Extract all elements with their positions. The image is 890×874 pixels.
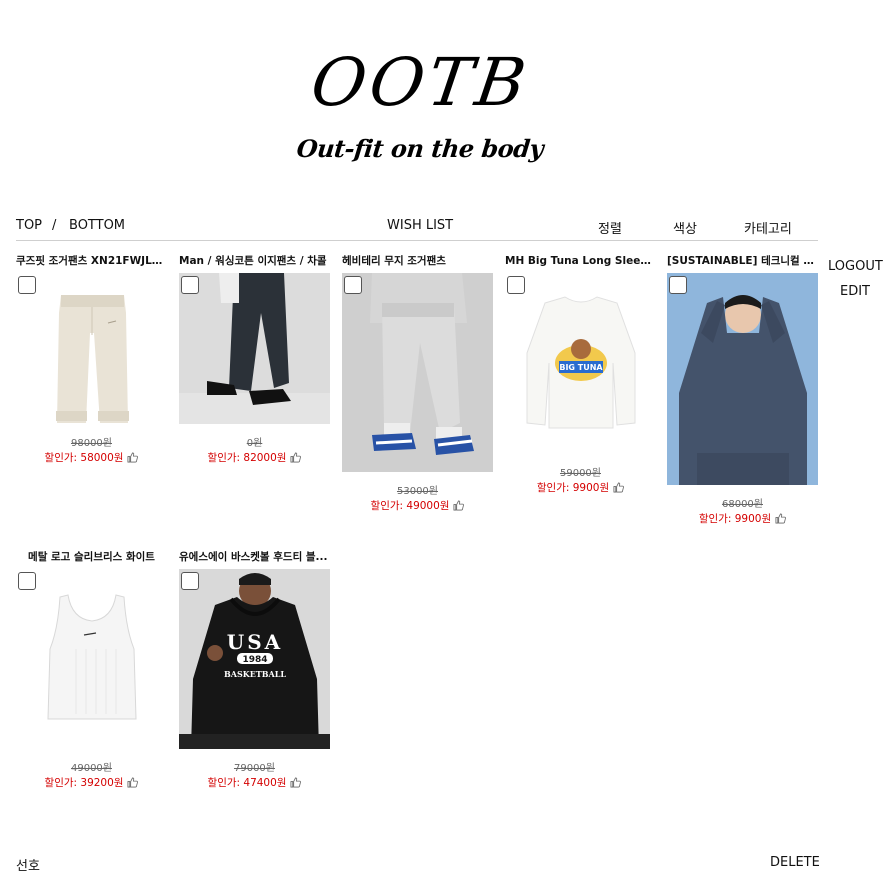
nav-top-link[interactable]: TOP — [16, 218, 42, 233]
sale-price-row: 할인가: 58000원 — [16, 450, 167, 465]
hoodie-print-basketball: BASKETBALL — [224, 669, 286, 679]
category-nav: TOP / BOTTOM WISH LIST 정렬 색상 카테고리 — [0, 218, 890, 240]
brand-header: OOTB Out-fit on the body — [0, 40, 840, 163]
thumbs-up-icon[interactable] — [127, 452, 139, 463]
product-title[interactable]: MH Big Tuna Long Sleeve (Iv... — [505, 253, 656, 269]
nav-divider — [16, 240, 818, 241]
side-menu: LOGOUT EDIT — [828, 259, 883, 309]
thumbs-up-icon[interactable] — [613, 482, 625, 493]
sale-price: 49000원 — [406, 500, 450, 512]
product-title[interactable]: [SUSTAINABLE] 테크니컬 바이... — [667, 253, 818, 269]
thumbs-up-icon[interactable] — [127, 777, 139, 788]
original-price: 49000원 — [70, 763, 112, 774]
product-title[interactable]: 헤비테리 무지 조거팬츠 — [342, 253, 493, 269]
usa-hoodie-image: USA 1984 BASKETBALL — [179, 569, 330, 749]
sale-price: 9900원 — [572, 482, 610, 494]
delete-button[interactable]: DELETE — [770, 855, 820, 870]
original-price: 98000원 — [70, 438, 112, 449]
product-title[interactable]: 메탈 로고 슬리브리스 화이트 — [16, 549, 167, 565]
product-card[interactable]: 헤비테리 무지 조거팬츠 53000원 할인가: 49000원 — [342, 253, 493, 513]
sale-label: 할인가: — [536, 482, 573, 494]
product-image[interactable] — [342, 273, 493, 472]
sale-label: 할인가: — [44, 452, 81, 464]
sale-price-row: 할인가: 47400원 — [179, 775, 330, 790]
product-card[interactable]: MH Big Tuna Long Sleeve (Iv... BIG TUNA … — [505, 253, 656, 495]
charcoal-pants-image — [179, 273, 330, 424]
product-card[interactable]: [SUSTAINABLE] 테크니컬 바이... 68000원 할인가: 990… — [667, 253, 818, 526]
select-checkbox[interactable] — [344, 276, 362, 294]
original-price: 59000원 — [559, 468, 601, 479]
select-checkbox[interactable] — [181, 572, 199, 590]
sale-price: 58000원 — [80, 452, 124, 464]
hoodie-print-year: 1984 — [242, 655, 267, 665]
original-price: 68000원 — [721, 499, 763, 510]
brand-tagline: Out-fit on the body — [295, 134, 545, 163]
product-card[interactable]: 메탈 로고 슬리브리스 화이트 49000원 할인가: 39200원 — [16, 549, 167, 790]
select-checkbox[interactable] — [181, 276, 199, 294]
sale-price: 39200원 — [80, 777, 124, 789]
product-card[interactable]: 쿠즈핏 조거팬츠 XN21FWJLPT... 98000원 할인가: 58000… — [16, 253, 167, 465]
grey-joggers-image — [342, 273, 493, 472]
product-image[interactable] — [667, 273, 818, 485]
sale-price-row: 할인가: 9900원 — [505, 480, 656, 495]
original-price: 53000원 — [396, 486, 438, 497]
original-price: 79000원 — [233, 763, 275, 774]
sale-label: 할인가: — [698, 513, 735, 525]
category-menu[interactable]: 카테고리 — [744, 218, 792, 237]
nav-wishlist-link[interactable]: WISH LIST — [387, 218, 453, 233]
sale-price-row: 할인가: 9900원 — [667, 511, 818, 526]
nav-separator: / — [52, 218, 57, 233]
product-image[interactable] — [16, 273, 167, 424]
logout-button[interactable]: LOGOUT — [828, 259, 883, 284]
tee-print-text: BIG TUNA — [559, 363, 603, 372]
sale-label: 할인가: — [207, 777, 244, 789]
select-checkbox[interactable] — [669, 276, 687, 294]
footer-left-link[interactable]: 선호 — [16, 855, 40, 874]
product-card[interactable]: 유에스에이 바스켓볼 후드티 블... USA 1984 BASKETBALL … — [179, 549, 330, 790]
sale-label: 할인가: — [370, 500, 407, 512]
big-tuna-tee-image: BIG TUNA — [505, 273, 656, 454]
sale-price: 47400원 — [243, 777, 287, 789]
thumbs-up-icon[interactable] — [290, 452, 302, 463]
thumbs-up-icon[interactable] — [775, 513, 787, 524]
hoodie-print-usa: USA — [227, 630, 283, 654]
thumbs-up-icon[interactable] — [453, 500, 465, 511]
sale-price-row: 할인가: 49000원 — [342, 498, 493, 513]
brand-logo[interactable]: OOTB — [306, 40, 535, 126]
nav-bottom-link[interactable]: BOTTOM — [69, 218, 125, 233]
product-card[interactable]: Man / 워싱코튼 이지팬츠 / 차콜 0원 할인가: 82000원 — [179, 253, 330, 465]
sale-price-row: 할인가: 82000원 — [179, 450, 330, 465]
sale-price: 82000원 — [243, 452, 287, 464]
original-price: 0원 — [246, 438, 263, 449]
product-image[interactable] — [16, 569, 167, 749]
product-title[interactable]: 유에스에이 바스켓볼 후드티 블... — [179, 549, 330, 565]
navy-hoodie-image — [667, 273, 818, 485]
product-title[interactable]: Man / 워싱코튼 이지팬츠 / 차콜 — [179, 253, 330, 269]
beige-joggers-image — [16, 273, 167, 424]
select-checkbox[interactable] — [18, 572, 36, 590]
thumbs-up-icon[interactable] — [290, 777, 302, 788]
select-checkbox[interactable] — [18, 276, 36, 294]
sale-label: 할인가: — [44, 777, 81, 789]
edit-button[interactable]: EDIT — [828, 284, 882, 309]
sale-label: 할인가: — [207, 452, 244, 464]
select-checkbox[interactable] — [507, 276, 525, 294]
white-sleeveless-image — [16, 569, 167, 749]
product-image[interactable]: USA 1984 BASKETBALL — [179, 569, 330, 749]
sale-price: 9900원 — [734, 513, 772, 525]
color-menu[interactable]: 색상 — [673, 218, 697, 237]
product-title[interactable]: 쿠즈핏 조거팬츠 XN21FWJLPT... — [16, 253, 167, 269]
sort-menu[interactable]: 정렬 — [598, 218, 622, 237]
sale-price-row: 할인가: 39200원 — [16, 775, 167, 790]
product-image[interactable] — [179, 273, 330, 424]
product-image[interactable]: BIG TUNA — [505, 273, 656, 454]
